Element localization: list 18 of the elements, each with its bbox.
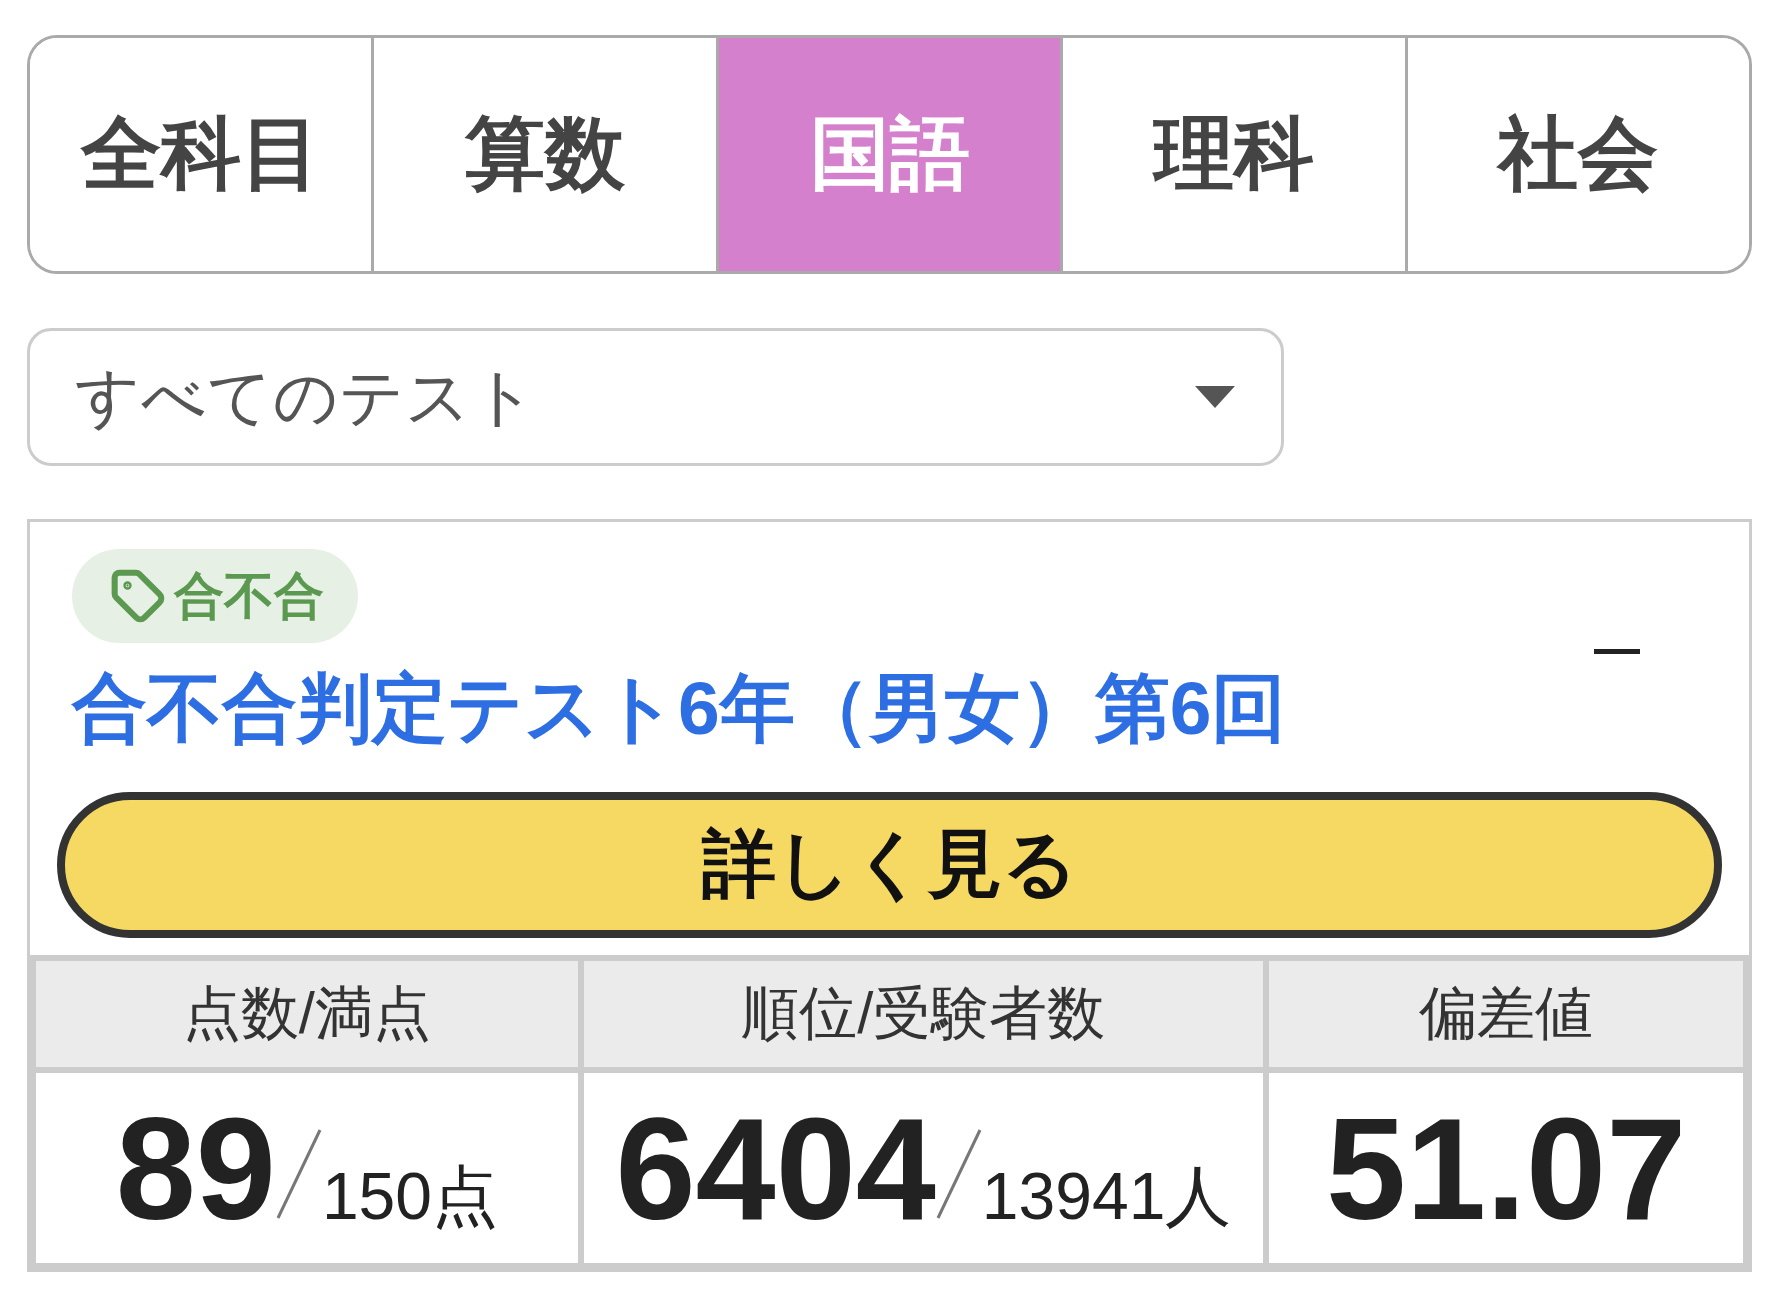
tag-icon (110, 568, 166, 624)
column-header: 順位/受験者数 (583, 961, 1264, 1067)
stat-value: 6404 (615, 1095, 936, 1245)
subject-tab[interactable]: 社会 (1404, 38, 1749, 271)
column-header: 点数/満点 (36, 961, 578, 1067)
stat-value: 89 (115, 1095, 276, 1245)
slash-icon (935, 1129, 982, 1219)
column-header: 偏差値 (1269, 961, 1743, 1067)
test-title[interactable]: 合不合判定テスト6年（男女）第6回 (72, 663, 1287, 753)
stat-value: 51.07 (1325, 1095, 1687, 1245)
minus-icon[interactable] (1594, 648, 1640, 654)
tag-label: 合不合 (174, 566, 324, 626)
stat-total: 13941人 (981, 1158, 1232, 1235)
slash-icon (275, 1129, 322, 1219)
test-filter-dropdown[interactable]: すべてのテスト (27, 328, 1284, 466)
stat-total: 150点 (321, 1158, 498, 1235)
caret-icon (1195, 386, 1235, 408)
details-button[interactable]: 詳しく見る (57, 792, 1722, 938)
